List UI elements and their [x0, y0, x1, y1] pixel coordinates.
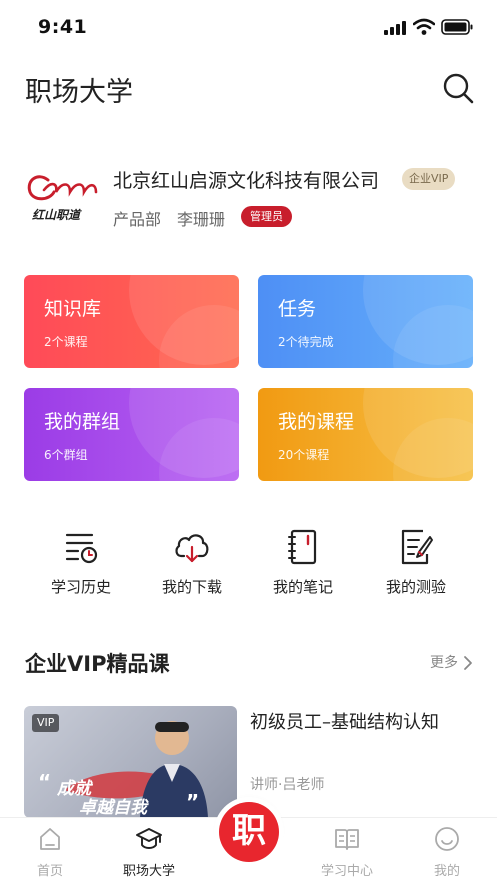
- smile-icon: [435, 827, 459, 851]
- shortcut-my-notes[interactable]: 我的笔记: [253, 528, 353, 600]
- tab-label: 我的: [433, 864, 460, 879]
- card-subtitle: 20个课程: [278, 448, 330, 462]
- shortcut-label: 我的笔记: [272, 578, 333, 596]
- book-icon: [335, 829, 359, 850]
- card-subtitle: 2个课程: [44, 335, 88, 349]
- quote-mark-icon: ”: [186, 790, 200, 814]
- course-teacher: 讲师·吕老师: [250, 777, 325, 793]
- my-groups-card[interactable]: 我的群组 6个群组: [24, 388, 239, 481]
- notebook-icon: [288, 529, 317, 565]
- course-title[interactable]: 初级员工–基础结构认知: [250, 708, 439, 734]
- home-icon: [40, 828, 60, 850]
- more-link[interactable]: 更多: [430, 652, 458, 672]
- vip-badge: VIP: [32, 714, 60, 732]
- card-subtitle: 6个群组: [44, 448, 88, 462]
- page-title: 职场大学: [25, 77, 133, 108]
- chevron-right-icon[interactable]: [462, 655, 474, 671]
- quiz-icon: [401, 529, 433, 565]
- wifi-icon: [413, 18, 435, 35]
- status-bar: 9:41: [0, 0, 497, 56]
- card-title: 我的课程: [278, 411, 355, 433]
- shortcut-my-quizzes[interactable]: 我的测验: [366, 528, 466, 600]
- my-courses-card[interactable]: 我的课程 20个课程: [258, 388, 473, 481]
- battery-icon: [441, 19, 473, 35]
- cloud-download-icon: [175, 534, 209, 563]
- quote-mark-icon: “: [38, 770, 52, 794]
- role-badge: 管理员: [241, 206, 292, 227]
- user-name: 李珊珊: [177, 210, 226, 229]
- search-icon[interactable]: [440, 70, 476, 106]
- center-action-button[interactable]: 职: [219, 802, 279, 862]
- section-title: 企业VIP精品课: [25, 652, 170, 676]
- shortcut-label: 学习历史: [50, 578, 111, 596]
- status-time: 9:41: [38, 16, 88, 38]
- company-logo: 红山职道: [24, 170, 100, 226]
- department-label: 产品部: [113, 210, 162, 229]
- company-logo-mark-icon: [27, 175, 98, 201]
- company-logo-text: 红山职道: [32, 208, 81, 222]
- tab-home[interactable]: 首页: [15, 826, 85, 880]
- company-name: 北京红山启源文化科技有限公司: [113, 170, 380, 192]
- course-thumbnail[interactable]: VIP “ 成就 卓越自我 ”: [24, 706, 237, 818]
- card-title: 知识库: [44, 298, 102, 320]
- shortcut-label: 我的测验: [385, 578, 446, 596]
- tab-label: 首页: [36, 864, 63, 879]
- center-button-glyph: 职: [232, 811, 266, 851]
- thumbnail-slogan: 卓越自我: [79, 798, 147, 818]
- tab-career-university[interactable]: 职场大学: [114, 826, 184, 880]
- tab-learning-center[interactable]: 学习中心: [312, 826, 382, 880]
- graduation-cap-icon: [136, 828, 162, 849]
- tasks-card[interactable]: 任务 2个待完成: [258, 275, 473, 368]
- card-subtitle: 2个待完成: [278, 335, 334, 349]
- enterprise-vip-badge: 企业VIP: [402, 168, 456, 190]
- tab-me[interactable]: 我的: [412, 826, 482, 880]
- shortcut-my-downloads[interactable]: 我的下载: [142, 528, 242, 600]
- tab-label: 职场大学: [122, 864, 175, 879]
- shortcut-learning-history[interactable]: 学习历史: [31, 528, 131, 600]
- history-icon: [65, 533, 98, 564]
- knowledge-base-card[interactable]: 知识库 2个课程: [24, 275, 239, 368]
- card-title: 任务: [278, 298, 317, 320]
- card-title: 我的群组: [44, 411, 121, 433]
- signal-icon: [384, 21, 406, 35]
- tab-label: 学习中心: [320, 864, 373, 879]
- shortcut-label: 我的下载: [161, 578, 222, 596]
